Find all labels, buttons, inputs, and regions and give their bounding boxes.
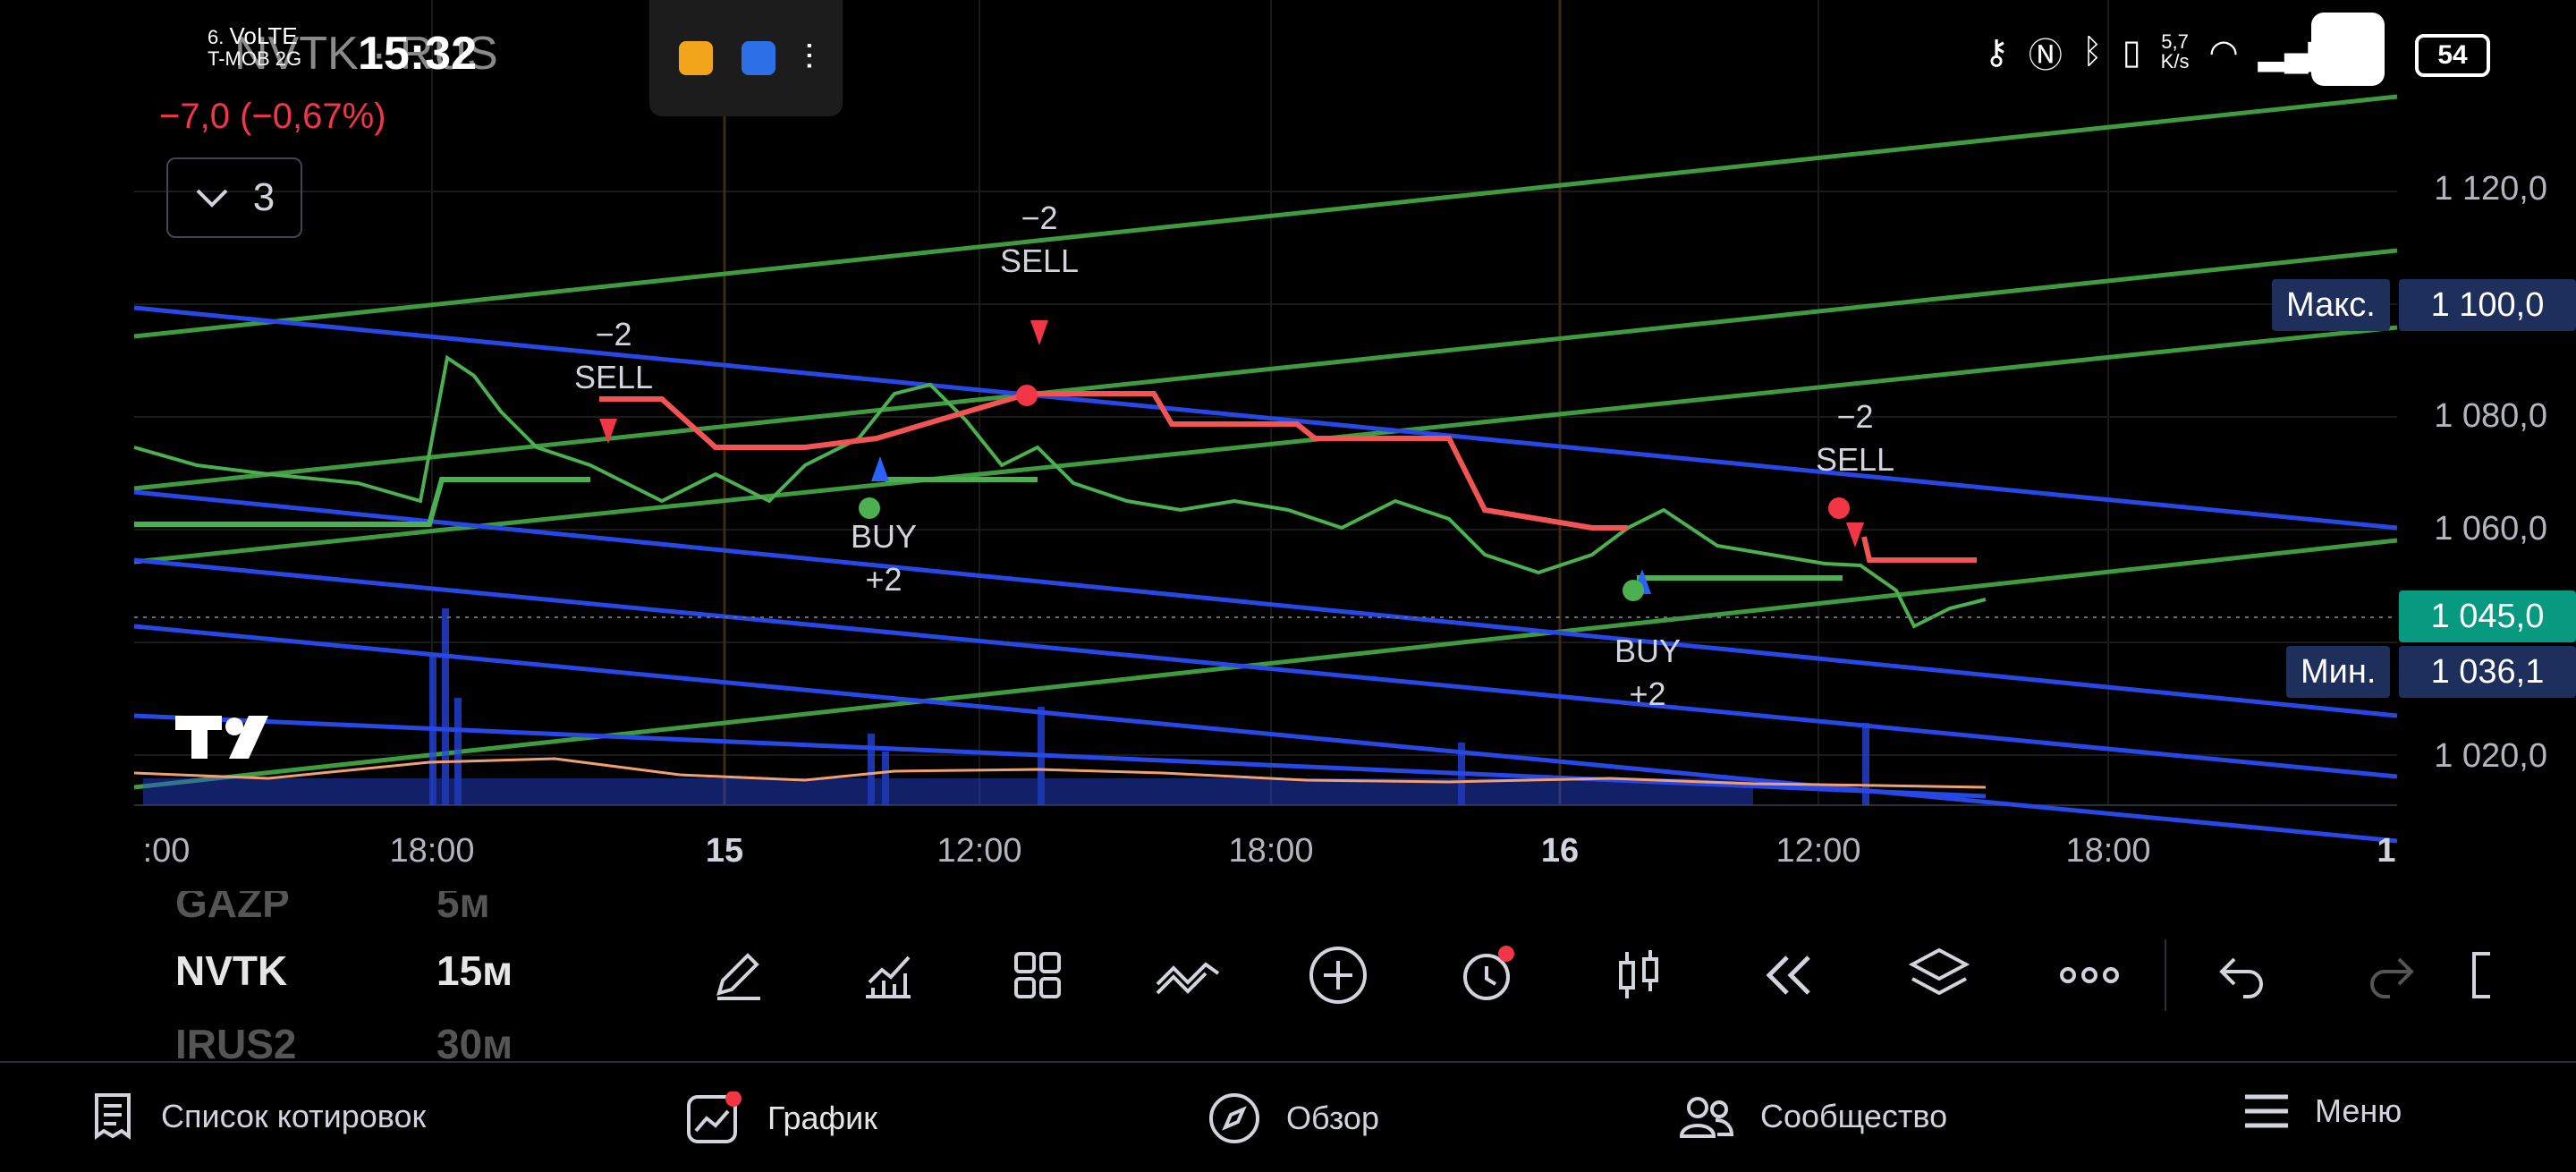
pencil-icon[interactable] [662,947,812,1004]
current-price-badge: 1 045,0 [2399,590,2576,642]
plus-circle-icon[interactable] [1263,943,1413,1007]
bottom-navigation: Список котировок График Обзор Сообщество… [0,1061,2576,1172]
more-icon[interactable] [2014,964,2165,986]
indicators-icon[interactable] [812,947,962,1004]
current-timeframe[interactable]: 15м [436,947,513,995]
date-label: 1 [2377,832,2396,870]
signal-qty: +2 [1629,675,1666,712]
community-icon [1679,1097,1734,1138]
status-time: 15:32 [358,28,477,80]
max-price-label: Макс. [2272,279,2390,331]
tradingview-logo [175,716,268,759]
chevron-down-icon [196,189,228,208]
redo-icon[interactable] [2317,947,2467,1004]
current-symbol[interactable]: NVTK [175,947,287,995]
nav-menu-label: Меню [2315,1092,2402,1129]
alarm-icon[interactable] [1413,943,1563,1007]
nav-overview-label: Обзор [1286,1100,1379,1136]
time-label: 18:00 [389,832,475,870]
compass-icon [1209,1093,1259,1143]
signal-type: SELL [573,359,654,395]
layout-icon[interactable] [962,947,1113,1004]
app-notification-icon [678,41,713,75]
nav-chart[interactable]: График [685,1091,877,1145]
time-label: 12:00 [936,832,1022,870]
price-chart[interactable] [0,0,2576,895]
sell-signal-label: −2 SELL [1000,197,1079,283]
symbol-label: NVTK [234,28,359,80]
nav-overview[interactable]: Обзор [1208,1091,1379,1145]
net-speed: 5,7 K/s [2161,32,2190,72]
signal-qty: −2 [1836,398,1874,435]
nav-watchlist-label: Список котировок [161,1098,427,1134]
net-speed-value: 5,7 [2161,30,2189,53]
price-label: 1 020,0 [2434,737,2547,775]
signal-type: SELL [1815,441,1895,478]
max-price-value: 1 100,0 [2399,279,2576,331]
nav-community-label: Сообщество [1760,1098,1948,1134]
price-label: 1 080,0 [2434,397,2547,435]
net-speed-unit: K/s [2160,50,2190,72]
screenshot-icon[interactable] [2311,13,2385,86]
signal-qty: −2 [1021,200,1058,236]
battery-icon: 54 [2415,34,2490,77]
chart-toolbar [662,930,2574,1020]
nav-chart-label: График [767,1100,877,1136]
sell-signal-label: −2 SELL [574,313,653,399]
calendar-icon [741,41,775,75]
nav-watchlist[interactable]: Список котировок [89,1091,426,1142]
vibrate-icon: ▯ [2122,33,2141,72]
sell-signal-label: −2 SELL [1816,395,1894,481]
replay-icon[interactable] [1714,947,1864,1004]
date-label: 15 [705,832,744,870]
nfc-icon: Ⓝ [2028,37,2063,75]
date-label: 16 [1540,832,1580,870]
candles-notification-icon: ⫶ [804,38,814,78]
next-timeframe[interactable]: 30м [436,1020,513,1061]
prev-symbol[interactable]: GAZP [175,891,290,927]
indicators-toggle-button[interactable]: 3 [166,157,302,238]
undo-icon[interactable] [2166,947,2317,1004]
signal-qty: +2 [865,561,902,598]
hamburger-icon [2245,1094,2288,1128]
buy-signal-label: BUY +2 [1614,630,1681,716]
signal-type: SELL [999,242,1080,279]
drawings-icon[interactable] [1113,947,1263,1004]
time-label: 18:00 [1228,832,1314,870]
time-label: :00 [142,832,191,870]
layers-icon[interactable] [1864,943,2014,1007]
price-label: 1 120,0 [2434,170,2547,208]
min-price-value: 1 036,1 [2399,646,2576,698]
next-symbol[interactable]: IRUS2 [175,1020,296,1061]
signal-type: BUY [1614,633,1682,669]
bluetooth-icon: ᛒ [2081,32,2103,71]
nav-community[interactable]: Сообщество [1678,1091,1947,1142]
battery-level: 54 [2437,40,2468,70]
price-label: 1 060,0 [2434,510,2547,548]
nav-menu[interactable]: Меню [2243,1091,2402,1131]
price-change: −7,0 (−0,67%) [159,97,386,136]
key-icon: ⚷ [1984,33,2009,72]
wifi-icon: ◠ [2208,33,2239,72]
signal-qty: −2 [595,316,632,352]
min-price-label: Мин. [2286,646,2391,698]
list-icon [95,1093,131,1140]
prev-timeframe[interactable]: 5м [436,891,490,927]
time-label: 12:00 [1775,832,1861,870]
fullscreen-icon[interactable] [2467,947,2574,1004]
time-label: 18:00 [2065,832,2151,870]
indicators-count: 3 [252,175,275,219]
buy-signal-label: BUY +2 [851,515,917,601]
symbol-picker[interactable]: GAZP 5м NVTK 15м IRUS2 30м [0,891,626,1061]
signal-type: BUY [850,518,918,555]
notification-app-icons: ⫶ [649,0,843,116]
carrier-slot: 6. [208,26,225,48]
chart-icon [687,1091,741,1143]
candles-icon[interactable] [1563,947,1714,1004]
